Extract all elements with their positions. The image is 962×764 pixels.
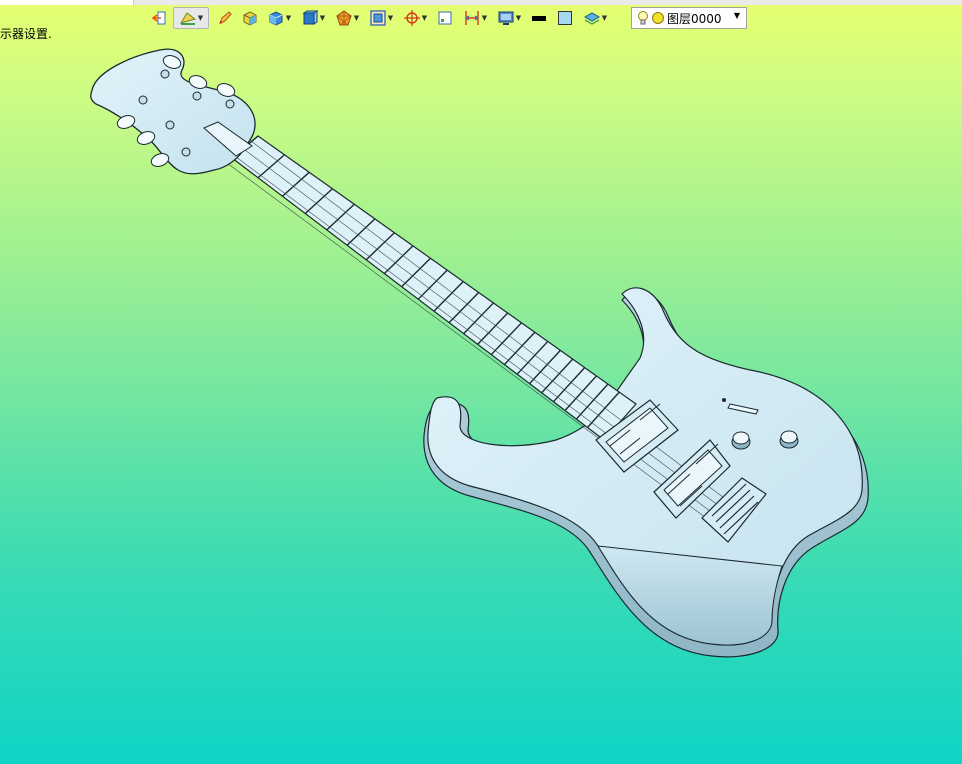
guitar-model[interactable] [0, 0, 962, 764]
tone-knob [779, 430, 799, 449]
guitar-neck [231, 135, 637, 441]
volume-knob [731, 431, 751, 450]
